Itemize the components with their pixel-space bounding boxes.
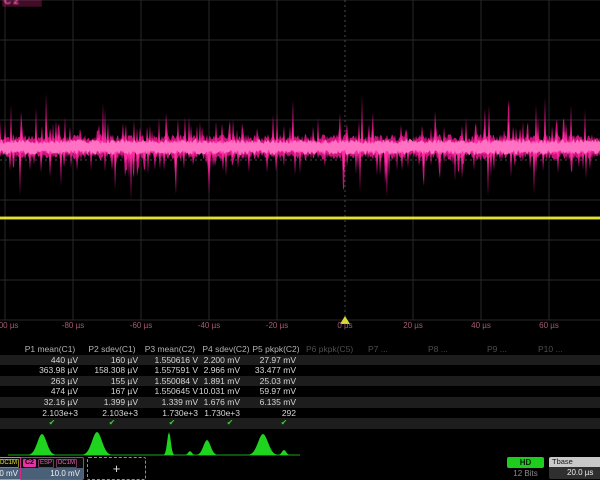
param-header-p1[interactable]: P1 mean(C1) (15, 344, 85, 355)
time-axis: -100 µs -80 µs -60 µs -40 µs -20 µs 0 µs 20 µs… (0, 321, 600, 332)
param-row: 440 µV160 µV1.550616 V2.200 mV27.97 mV (0, 355, 600, 366)
c2-scale: 10.0 mV (21, 468, 83, 479)
param-row: 2.103e+32.103e+31.730e+31.730e+3292 (0, 408, 600, 419)
param-header-p8-empty[interactable]: P8 ... (428, 344, 448, 355)
time-axis-label: -60 µs (130, 321, 152, 330)
param-header-p6-empty[interactable]: P6 pkpk(C5) (306, 344, 353, 355)
param-row: 32.16 µV1.399 µV1.339 mV1.676 mV6.135 mV (0, 397, 600, 408)
histicon-peak (164, 432, 174, 455)
param-header-p5[interactable]: P5 pkpk(C2) (241, 344, 311, 355)
histicon-peak (83, 432, 111, 455)
param-value: 27.97 mV (218, 355, 296, 366)
timebase-descriptor[interactable]: Tbase 20.0 µs (549, 457, 600, 479)
param-value: 59.97 mV (218, 386, 296, 397)
param-value: 25.03 mV (218, 376, 296, 387)
time-axis-label: -100 µs (0, 321, 18, 330)
c2-coupling-tag: DC1M (56, 459, 77, 468)
time-axis-label: 20 µs (403, 321, 423, 330)
status-check-icon: ✔ (102, 418, 122, 429)
param-header-p10-empty[interactable]: P10 ... (538, 344, 563, 355)
bottom-bar: DC1M 10.0 mV C2 ESP DC1M 10.0 mV + HD 12… (0, 457, 600, 480)
time-axis-label: -40 µs (198, 321, 220, 330)
status-check-icon: ✔ (162, 418, 182, 429)
param-status-row: ✔ ✔ ✔ ✔ ✔ (0, 418, 600, 429)
status-check-icon: ✔ (274, 418, 294, 429)
c2-badge: C2 (23, 459, 36, 467)
c2-eres-tag: ESP (38, 459, 54, 468)
timebase-value: 20.0 µs (549, 467, 600, 479)
param-header-p7-empty[interactable]: P7 ... (368, 344, 388, 355)
clipped-channel-label-text: C2 (2, 0, 42, 7)
histicon-peak (29, 434, 55, 455)
histicon-peak (185, 451, 195, 455)
param-value: 33.477 mV (218, 365, 296, 376)
hd-mode-badge[interactable]: HD (507, 457, 544, 468)
status-check-icon: ✔ (42, 418, 62, 429)
waveform-display (0, 0, 600, 332)
c1-trace (0, 217, 600, 219)
channel-c2-descriptor[interactable]: C2 ESP DC1M 10.0 mV (20, 457, 84, 480)
time-axis-label: -20 µs (266, 321, 288, 330)
parameter-table: P1 mean(C1)P2 sdev(C1)P3 mean(C2)P4 sdev… (0, 344, 600, 429)
timebase-title: Tbase (549, 457, 600, 467)
param-value: 292 (218, 408, 296, 419)
param-header-p9-empty[interactable]: P9 ... (487, 344, 507, 355)
clipped-channel-label: C2 (2, 0, 42, 7)
oscilloscope-screen: C2 -100 µs -80 µs -60 µs -40 µs -20 µs 0 µs 20… (0, 0, 600, 480)
param-value: 6.135 mV (218, 397, 296, 408)
hd-bits-label: 12 Bits (507, 469, 544, 478)
time-axis-label: -80 µs (62, 321, 84, 330)
time-axis-label: 60 µs (539, 321, 559, 330)
param-row: 363.98 µV158.308 µV1.557591 V2.966 mV33.… (0, 365, 600, 376)
param-row: 474 µV167 µV1.550645 V10.031 mV59.97 mV (0, 386, 600, 397)
add-trace-button[interactable]: + (87, 457, 146, 480)
histicon-peak (197, 440, 217, 455)
histicon-peak (249, 434, 277, 455)
parameter-histicons (0, 430, 600, 457)
histicon-peak (278, 450, 290, 455)
param-row: 263 µV155 µV1.550084 V1.891 mV25.03 mV (0, 376, 600, 387)
c1-scale: 10.0 mV (0, 468, 21, 479)
plus-icon: + (113, 461, 121, 476)
channel-c1-descriptor[interactable]: DC1M 10.0 mV (0, 457, 22, 480)
c1-coupling-tag: DC1M (0, 459, 19, 468)
time-axis-label: 40 µs (471, 321, 491, 330)
time-axis-label: 0 µs (337, 321, 352, 330)
status-check-icon: ✔ (220, 418, 240, 429)
